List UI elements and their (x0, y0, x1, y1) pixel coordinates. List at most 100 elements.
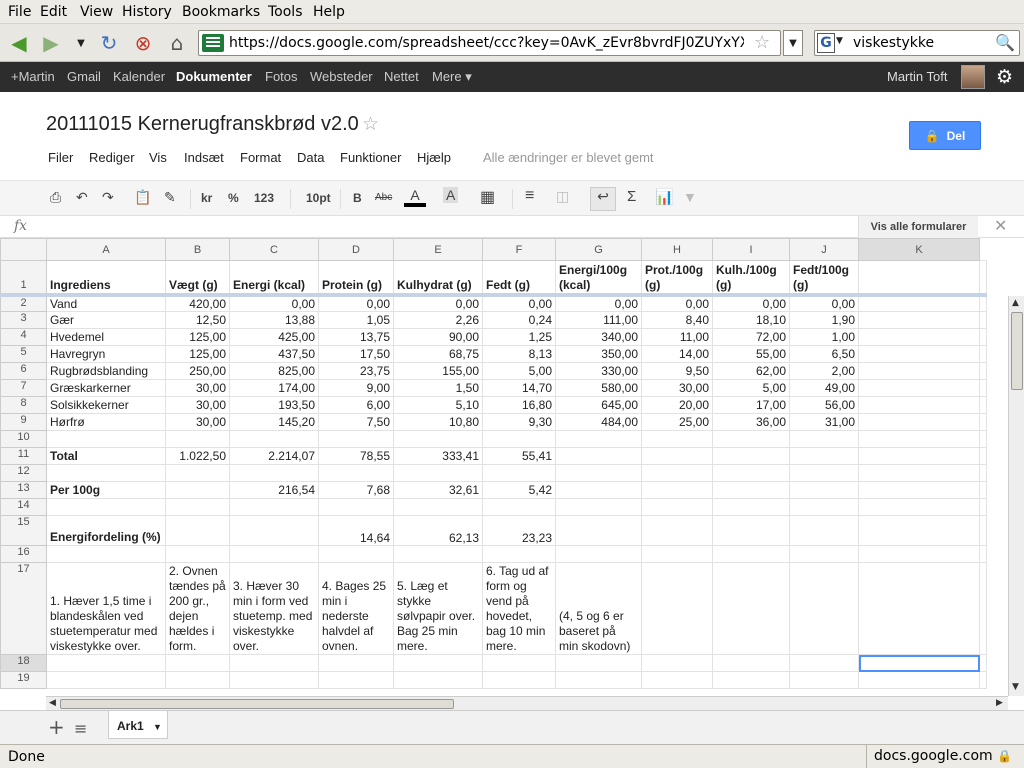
share-button[interactable]: 🔒 Del (909, 121, 981, 150)
cell[interactable] (555, 654, 642, 672)
cell[interactable]: 12,50 (165, 311, 230, 329)
cell[interactable] (555, 498, 642, 516)
cell[interactable] (712, 654, 790, 672)
cell[interactable]: 13,88 (229, 311, 319, 329)
cell[interactable] (858, 311, 980, 329)
cell[interactable] (979, 396, 987, 414)
cell[interactable]: Ingrediens (46, 260, 166, 297)
fill-color-icon[interactable]: A (443, 187, 459, 203)
cell[interactable]: Energi (kcal) (229, 260, 319, 297)
cell[interactable] (789, 562, 859, 655)
cell[interactable]: 125,00 (165, 328, 230, 346)
cell[interactable] (393, 545, 483, 563)
gbar-photos[interactable]: Fotos (265, 69, 298, 84)
close-icon[interactable]: ✕ (994, 216, 1007, 235)
cell[interactable] (318, 654, 394, 672)
cell[interactable]: 145,20 (229, 413, 319, 431)
cell[interactable] (318, 464, 394, 482)
row-header[interactable]: 8 (0, 396, 47, 414)
cell[interactable]: 14,70 (482, 379, 556, 397)
column-header[interactable]: I (712, 238, 790, 261)
cell[interactable]: 0,00 (789, 294, 859, 312)
cell[interactable] (858, 447, 980, 465)
row-header[interactable]: 7 (0, 379, 47, 397)
column-header[interactable]: D (318, 238, 394, 261)
chart-icon[interactable]: 📊 (655, 188, 674, 206)
column-header[interactable]: A (46, 238, 166, 261)
history-dropdown-icon[interactable]: ▼ (68, 30, 94, 56)
cell[interactable]: 56,00 (789, 396, 859, 414)
cell[interactable]: Græskarkerner (46, 379, 166, 397)
scroll-up-icon[interactable]: ▲ (1012, 298, 1019, 308)
cell[interactable]: 330,00 (555, 362, 642, 380)
cell[interactable] (641, 515, 713, 546)
horizontal-scroll-thumb[interactable] (60, 699, 454, 709)
row-header[interactable]: 12 (0, 464, 47, 482)
cell[interactable]: 425,00 (229, 328, 319, 346)
percent-format-button[interactable]: % (228, 191, 239, 205)
print-icon[interactable]: ⎙ (50, 189, 61, 206)
cell[interactable]: 23,23 (482, 515, 556, 546)
cell[interactable]: 16,80 (482, 396, 556, 414)
cell[interactable] (165, 481, 230, 499)
cell[interactable] (229, 515, 319, 546)
bookmark-star-icon[interactable]: ☆ (754, 32, 770, 53)
cell[interactable] (555, 464, 642, 482)
cell[interactable]: 0,00 (641, 294, 713, 312)
column-header[interactable]: K (858, 238, 980, 261)
cell[interactable] (712, 481, 790, 499)
cell[interactable]: 5,42 (482, 481, 556, 499)
google-search-engine-icon[interactable]: G (817, 33, 835, 53)
menu-tools[interactable]: Tools (268, 4, 303, 20)
cell[interactable]: 7,68 (318, 481, 394, 499)
row-header[interactable]: 13 (0, 481, 47, 499)
cell[interactable] (229, 671, 319, 689)
cell[interactable] (46, 430, 166, 448)
cell[interactable]: 350,00 (555, 345, 642, 363)
cell[interactable]: 0,00 (555, 294, 642, 312)
cell[interactable] (318, 430, 394, 448)
cell[interactable]: 9,30 (482, 413, 556, 431)
cell[interactable]: 216,54 (229, 481, 319, 499)
cell[interactable] (979, 294, 987, 312)
search-box[interactable]: G ▼ viskestykke 🔍 (814, 30, 1020, 56)
row-header[interactable]: 10 (0, 430, 47, 448)
align-icon[interactable]: ≡ (525, 187, 534, 205)
cell[interactable] (482, 464, 556, 482)
cell[interactable]: 580,00 (555, 379, 642, 397)
cell[interactable] (712, 447, 790, 465)
cell[interactable]: 1. Hæver 1,5 time i blandeskålen ved stu… (46, 562, 166, 655)
cell[interactable] (789, 447, 859, 465)
cell[interactable] (858, 481, 980, 499)
cell[interactable]: 193,50 (229, 396, 319, 414)
clipboard-icon[interactable]: 📋 (134, 189, 151, 206)
gbar-documents[interactable]: Dokumenter (176, 69, 252, 84)
currency-format-button[interactable]: kr (201, 191, 212, 205)
cell[interactable] (979, 447, 987, 465)
cell[interactable] (858, 413, 980, 431)
cell[interactable]: 9,00 (318, 379, 394, 397)
borders-icon[interactable]: ▦ (480, 187, 495, 207)
cell[interactable] (482, 430, 556, 448)
cell[interactable] (46, 464, 166, 482)
cell[interactable] (858, 260, 980, 297)
gbar-sites[interactable]: Websteder (310, 69, 373, 84)
cell[interactable] (858, 396, 980, 414)
cell[interactable] (789, 545, 859, 563)
paint-format-icon[interactable]: ✎ (164, 189, 176, 206)
column-header[interactable]: B (165, 238, 230, 261)
cell[interactable]: 78,55 (318, 447, 394, 465)
docmenu-edit[interactable]: Rediger (89, 150, 135, 165)
cell[interactable] (712, 464, 790, 482)
docmenu-help[interactable]: Hjælp (417, 150, 451, 165)
cell[interactable] (165, 515, 230, 546)
cell[interactable] (318, 671, 394, 689)
cell[interactable]: 31,00 (789, 413, 859, 431)
cell[interactable]: 0,00 (318, 294, 394, 312)
vertical-scrollbar[interactable]: ▲ ▼ (1008, 296, 1024, 696)
cell[interactable]: 7,50 (318, 413, 394, 431)
row-header[interactable]: 5 (0, 345, 47, 363)
cell[interactable] (641, 498, 713, 516)
cell[interactable] (229, 654, 319, 672)
cell[interactable]: 11,00 (641, 328, 713, 346)
